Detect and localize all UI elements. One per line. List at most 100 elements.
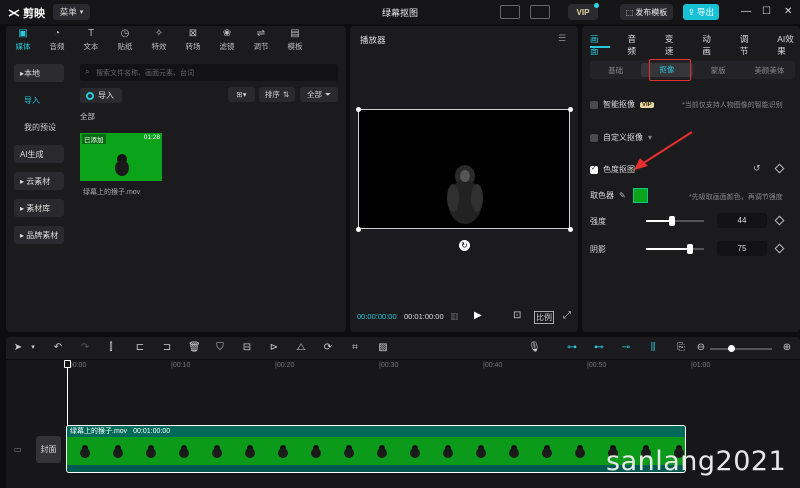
media-tool-tabs: ▣ 媒体 ◔ 音频 T 文本 ◷ 贴纸 ✧ 特效 ⊠ 转场 ❀ 滤镜 ⇌ 调节 ▤ 模板 [6,26,346,54]
crop-handle-bl[interactable] [356,227,361,232]
tool-text[interactable]: T 文本 [74,26,108,54]
import-button[interactable]: 导入 [80,88,122,103]
microphone-icon[interactable]: 🎙 [528,343,541,353]
mark-icon[interactable]: ⛉ [214,343,226,353]
select-cursor-icon[interactable]: ➤ [12,343,24,353]
mirror-icon[interactable]: ⧍ [295,343,307,353]
view-grid-button[interactable]: ⊞▾ [228,87,255,102]
split-icon[interactable]: ⫿ [105,343,117,353]
crop-handle-tr[interactable] [568,107,573,112]
tool-effects[interactable]: ✧ 特效 [142,26,176,54]
zoom-slider-track[interactable] [710,348,772,350]
reverse-icon[interactable]: ⊳ [268,343,280,353]
tool-transition[interactable]: ⊠ 转场 [176,26,210,54]
intensity-value-input[interactable]: 44 [717,213,767,228]
delete-icon[interactable]: 🗑 [188,343,201,353]
custom-cutout-checkbox[interactable] [590,133,598,142]
sidebar-item-cloud[interactable]: ▸ 云素材 [14,172,64,190]
title-bar: 剪映 菜单 ▾ 绿幕抠图 VIP ⬚ 发布模板 ⇪ 导出 — ☐ ✕ [0,0,800,24]
chevron-down-icon[interactable]: ▾ [27,343,39,353]
reset-icon[interactable]: ↺ [753,163,761,174]
tool-filter[interactable]: ❀ 滤镜 [210,26,244,54]
redo-icon[interactable]: ↷ [79,343,91,353]
smart-cutout-option[interactable]: 智能抠像 VIP [590,99,654,110]
zoom-slider-knob[interactable] [728,345,735,352]
auto-snap-icon[interactable]: ⊷ [593,343,605,353]
sidebar-item-my-presets[interactable]: 我的预设 [14,118,64,136]
track-visibility-icon[interactable]: ▭ [14,445,22,454]
video-clip[interactable]: 绿幕上的猴子.mov 00:01:00:00 [66,425,686,473]
crop-icon[interactable]: ⌗ [349,343,361,353]
video-preview[interactable] [358,109,570,229]
sidebar-item-import[interactable]: 导入 [14,91,64,109]
tab-animation[interactable]: 动画 [702,33,717,57]
media-side-nav: ▸本地 导入 我的预设 AI生成 ▸ 云素材 ▸ 素材库 ▸ 品牌素材 [14,64,64,253]
subtab-basic[interactable]: 基础 [590,65,641,76]
split-right-icon[interactable]: ⊐ [161,343,173,353]
rotate-clip-icon[interactable]: ⟳ [322,343,334,353]
eyedropper-icon[interactable]: ✎ [619,191,626,200]
tool-adjust[interactable]: ⇌ 调节 [244,26,278,54]
cover-button[interactable]: 封面 [36,436,61,463]
rotate-icon[interactable]: ↻ [459,240,470,251]
chroma-key-checkbox[interactable]: ✓ [590,165,598,174]
media-search-input[interactable]: 搜索文件名称、画面元素、台词 [80,64,338,81]
clip-frame-monkey [178,444,190,458]
subtab-beauty[interactable]: 美颜美体 [744,65,795,76]
split-left-icon[interactable]: ⊏ [134,343,146,353]
fullscreen-icon[interactable]: ⤢ [563,310,571,321]
tab-audio[interactable]: 音频 [627,33,642,57]
tool-audio[interactable]: ◔ 音频 [40,26,74,54]
zoom-in-icon[interactable]: ⊕ [781,343,793,353]
app-logo-text: 剪映 [23,8,45,20]
chroma-key-option[interactable]: ✓ 色度抠图 [590,164,635,175]
tab-picture[interactable]: 画面 [590,33,605,57]
export-button[interactable]: ⇪ 导出 [683,4,719,20]
image-icon[interactable]: ▨ [377,343,389,353]
subtab-mask[interactable]: 蒙版 [693,65,744,76]
playhead-handle[interactable] [64,360,71,368]
zoom-out-icon[interactable]: ⊖ [695,343,707,353]
tool-sticker[interactable]: ◷ 贴纸 [108,26,142,54]
watermark: sanlang2021 [606,446,787,477]
export-label: 导出 [697,7,715,17]
clip-frame-monkey [541,444,553,458]
tab-speed[interactable]: 变速 [665,33,680,57]
intensity-slider-knob[interactable] [668,216,675,226]
picked-color-swatch[interactable] [632,188,648,203]
crop-handle-br[interactable] [568,227,573,232]
shadow-value-input[interactable]: 75 [717,241,767,256]
main-track-magnet-icon[interactable]: ⊶ [566,343,578,353]
player-menu-icon[interactable]: ☰ [558,33,566,44]
close-icon[interactable]: ✕ [784,6,792,17]
tool-template[interactable]: ▤ 模板 [278,26,312,54]
sort-button[interactable]: 排序 ⇅ [259,87,295,102]
menu-button[interactable]: 菜单 ▾ [53,4,90,20]
sidebar-item-local[interactable]: ▸本地 [14,64,64,82]
fit-icon[interactable]: ⊡ [513,310,521,321]
tool-media[interactable]: ▣ 媒体 [6,26,40,54]
layout-icon[interactable] [530,5,550,19]
media-clip-thumbnail[interactable]: 已添加 01:28 [80,133,162,181]
minimize-icon[interactable]: — [741,6,751,17]
crop-handle-tl[interactable] [356,107,361,112]
sidebar-item-ai-generate[interactable]: AI生成 [14,145,64,163]
caption-icon[interactable]: ⎘ [675,343,687,353]
smart-cutout-checkbox[interactable] [590,100,598,109]
maximize-icon[interactable]: ☐ [762,6,771,17]
undo-icon[interactable]: ↶ [52,343,64,353]
link-icon[interactable]: ⊸ [620,343,632,353]
preview-axis-icon[interactable]: ⫼ [647,343,659,353]
shadow-slider-knob[interactable] [686,244,693,254]
ratio-button[interactable]: 比例 [534,311,554,324]
sidebar-item-library[interactable]: ▸ 素材库 [14,199,64,217]
tab-adjust[interactable]: 调节 [740,33,755,57]
tab-ai-effects[interactable]: AI效果 [777,33,800,57]
sidebar-item-brand[interactable]: ▸ 品牌素材 [14,226,64,244]
smart-cutout-hint: *当前仅支持人物图像的智能识别 [682,102,783,109]
shortcut-keyboard-icon[interactable] [500,5,520,19]
publish-template-button[interactable]: ⬚ 发布模板 [620,4,673,20]
filter-button[interactable]: 全部 ⏷ [300,87,338,102]
play-icon[interactable]: ▶ [474,310,482,321]
freeze-icon[interactable]: ⊟ [241,343,253,353]
